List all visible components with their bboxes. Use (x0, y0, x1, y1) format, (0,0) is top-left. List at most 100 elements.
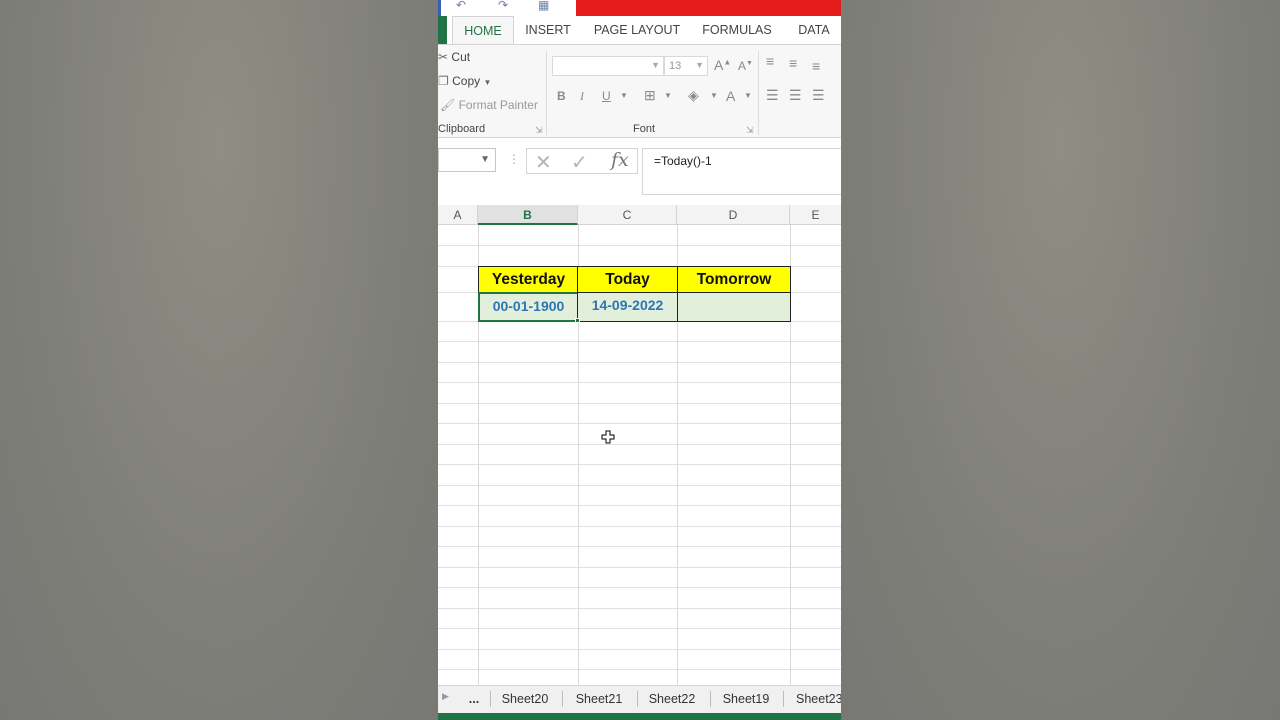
grow-font-icon[interactable]: A▲ (714, 57, 731, 73)
chevron-down-icon: ▼ (483, 78, 492, 87)
font-name-box[interactable]: ▼ (552, 56, 664, 76)
font-color-icon[interactable]: A (726, 88, 735, 104)
more-icon: ⋮ (508, 152, 520, 166)
borders-icon[interactable]: ⊞ (644, 87, 656, 104)
chevron-down-icon[interactable]: ▼ (710, 91, 718, 100)
grid-row-line (438, 526, 841, 527)
sheet-tab[interactable]: Sheet21 (568, 686, 630, 713)
tab-data[interactable]: DATA (792, 16, 836, 44)
underline-button[interactable]: U (602, 89, 611, 103)
sheet-tab[interactable]: Sheet23 (789, 686, 841, 713)
sheet-tab[interactable]: Sheet20 (494, 686, 556, 713)
copy-icon: ❐ (438, 74, 449, 88)
chevron-down-icon[interactable]: ▼ (620, 91, 628, 100)
column-header-b[interactable]: B (478, 205, 578, 225)
undo-icon[interactable]: ↶ (456, 0, 466, 11)
formula-bar: ▼ ⋮ ✕ ✓ fx =Today()-1 (438, 138, 841, 202)
column-header-a[interactable]: A (438, 205, 478, 225)
header-yesterday[interactable]: Yesterday (478, 266, 579, 293)
sheet-tab[interactable]: Sheet22 (641, 686, 703, 713)
grid-row-line (438, 669, 841, 670)
scissors-icon: ✂ (438, 50, 449, 64)
grid-row-line (438, 444, 841, 445)
insert-function-icon[interactable]: fx (611, 149, 629, 171)
sheet-separator (637, 691, 638, 707)
dialog-launcher-icon[interactable]: ⇲ (535, 125, 543, 136)
grid-row-line (438, 403, 841, 404)
chevron-down-icon: ▼ (651, 60, 660, 70)
grid-row-line (438, 505, 841, 506)
chevron-down-icon: ▼ (480, 154, 490, 165)
cancel-icon[interactable]: ✕ (535, 150, 552, 175)
grid-row-line (438, 546, 841, 547)
column-header-c[interactable]: C (578, 205, 677, 225)
format-painter-button[interactable]: 🖌 Format Painter (440, 98, 538, 112)
fill-handle[interactable] (575, 318, 580, 323)
sheet-tab-bar: ▶ ... Sheet20 Sheet21 Sheet22 Sheet19 Sh… (438, 685, 841, 713)
scroll-left-icon[interactable]: ▶ (442, 691, 449, 702)
enter-icon[interactable]: ✓ (571, 150, 588, 175)
redo-icon[interactable]: ↷ (498, 0, 508, 11)
grid-row-line (438, 649, 841, 650)
font-size-box[interactable]: 13 ▼ (664, 56, 708, 76)
ribbon-tabs: HOME INSERT PAGE LAYOUT FORMULAS DATA (438, 16, 841, 44)
worksheet-grid[interactable]: Yesterday Today Tomorrow 00-01-1900 14-0… (438, 225, 841, 685)
blurred-background-left (0, 0, 438, 720)
sheet-separator (710, 691, 711, 707)
bold-button[interactable]: B (557, 89, 566, 103)
column-header-e[interactable]: E (790, 205, 841, 225)
grid-row-line (438, 245, 841, 246)
dialog-launcher-icon[interactable]: ⇲ (746, 125, 754, 136)
align-left-icon[interactable]: ☰ (766, 87, 779, 104)
align-right-icon[interactable]: ☰ (812, 87, 825, 104)
tab-formulas[interactable]: FORMULAS (700, 16, 774, 44)
table-icon[interactable]: ▦ (538, 0, 549, 11)
grid-row-line (438, 382, 841, 383)
font-group-label: Font (633, 123, 656, 135)
name-box[interactable]: ▼ (438, 148, 496, 172)
cell-tomorrow-value[interactable] (677, 292, 791, 322)
grid-row-line (438, 362, 841, 363)
cell-yesterday-value[interactable]: 00-01-1900 (478, 292, 579, 322)
font-size-value: 13 (669, 60, 682, 72)
app-icon-edge (438, 0, 441, 16)
align-middle-icon[interactable]: ≡ (789, 55, 797, 71)
column-header-d[interactable]: D (677, 205, 790, 225)
paintbrush-icon: 🖌 (440, 98, 456, 112)
chevron-down-icon[interactable]: ▼ (744, 91, 752, 100)
cell-today-value[interactable]: 14-09-2022 (577, 292, 678, 322)
more-sheets-button[interactable]: ... (462, 686, 486, 713)
grid-row-line (438, 567, 841, 568)
ribbon-separator (546, 51, 547, 135)
blurred-background-right (841, 0, 1280, 720)
status-bar (438, 713, 841, 720)
ribbon-separator (758, 51, 759, 135)
align-center-icon[interactable]: ☰ (789, 87, 802, 104)
grid-row-line (438, 628, 841, 629)
italic-button[interactable]: I (580, 89, 584, 104)
copy-button[interactable]: ❐ Copy ▼ (438, 74, 491, 88)
tab-page-layout[interactable]: PAGE LAYOUT (592, 16, 682, 44)
sheet-tab[interactable]: Sheet19 (715, 686, 777, 713)
sheet-separator (783, 691, 784, 707)
cut-button[interactable]: ✂ Cut (438, 50, 470, 64)
tab-insert[interactable]: INSERT (522, 16, 574, 44)
sheet-separator (562, 691, 563, 707)
clipboard-group-label: Clipboard (438, 123, 486, 135)
fill-color-icon[interactable]: ◈ (688, 87, 699, 104)
align-bottom-icon[interactable]: ≡ (812, 58, 820, 74)
tab-home[interactable]: HOME (452, 16, 514, 44)
align-top-icon[interactable]: ≡ (766, 53, 774, 69)
formula-input[interactable]: =Today()-1 (642, 148, 841, 195)
shrink-font-icon[interactable]: A▼ (738, 59, 753, 73)
file-tab-edge[interactable] (438, 16, 447, 44)
header-today[interactable]: Today (577, 266, 678, 293)
chevron-down-icon[interactable]: ▼ (664, 91, 672, 100)
cell-cursor-icon (601, 430, 615, 444)
ribbon: ✂ Cut ❐ Copy ▼ 🖌 Format Painter Clipboar… (438, 44, 841, 138)
formula-buttons: ✕ ✓ fx (526, 148, 638, 174)
sheet-separator (490, 691, 491, 707)
header-tomorrow[interactable]: Tomorrow (677, 266, 791, 293)
red-banner (576, 0, 841, 16)
grid-row-line (438, 423, 841, 424)
